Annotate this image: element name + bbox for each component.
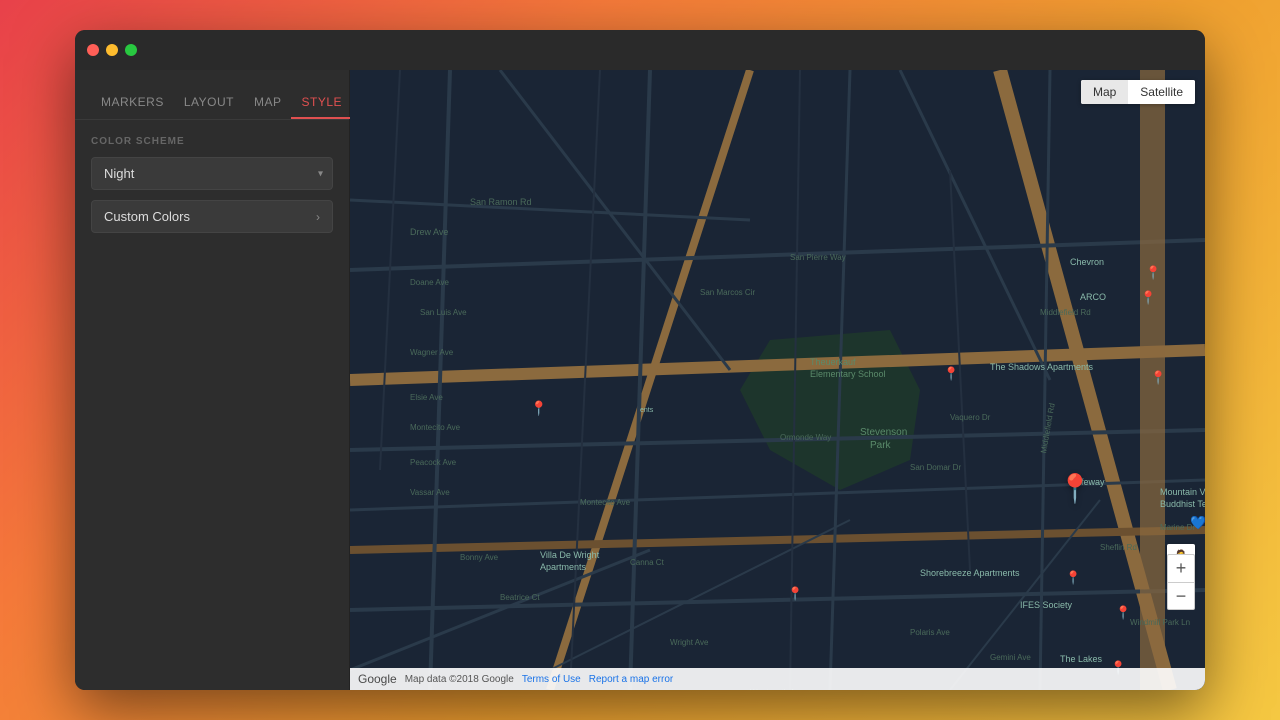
info-pin-shorebreeze: 📍 — [1065, 570, 1081, 586]
svg-text:Stevenson: Stevenson — [860, 427, 907, 438]
svg-text:Wright Ave: Wright Ave — [670, 638, 709, 647]
sidebar: MARKERS LAYOUT MAP STYLE COLOR SCHEME Ni… — [75, 70, 350, 690]
svg-text:IFES Society: IFES Society — [1020, 600, 1073, 610]
svg-text:Sheflin Rd: Sheflin Rd — [1100, 543, 1137, 552]
info-pin-shadows: 📍 — [1150, 370, 1166, 386]
info-pin-arco: 📍 — [1140, 290, 1156, 306]
info-pin-1: 📍 — [530, 400, 547, 417]
svg-text:ents: ents — [640, 407, 654, 414]
svg-text:Wagner Ave: Wagner Ave — [410, 348, 454, 357]
svg-text:Gemini Ave: Gemini Ave — [990, 653, 1031, 662]
info-pin-school: 📍 — [943, 366, 959, 382]
svg-text:Mountain View: Mountain View — [1160, 487, 1205, 497]
color-scheme-select[interactable]: Night Day Retro Custom — [91, 157, 333, 190]
custom-colors-row[interactable]: Custom Colors › — [91, 200, 333, 233]
traffic-lights — [87, 44, 137, 56]
svg-text:Doane Ave: Doane Ave — [410, 278, 450, 287]
tab-layout[interactable]: LAYOUT — [174, 95, 244, 119]
main-pin-marker: 📍 — [1058, 472, 1093, 505]
tab-bar: MARKERS LAYOUT MAP STYLE — [75, 70, 349, 120]
svg-text:Drew Ave: Drew Ave — [410, 227, 448, 237]
zoom-in-button[interactable]: + — [1167, 554, 1195, 582]
color-scheme-dropdown-wrapper: Night Day Retro Custom ▾ — [91, 157, 333, 190]
svg-text:Chevron: Chevron — [1070, 257, 1104, 267]
maximize-button[interactable] — [125, 44, 137, 56]
map-type-toggle: Map Satellite — [1081, 80, 1195, 104]
svg-text:Elementary School: Elementary School — [810, 369, 886, 379]
info-pin-ifes: 📍 — [1115, 605, 1131, 621]
svg-text:San Pierre Way: San Pierre Way — [790, 253, 846, 262]
minimize-button[interactable] — [106, 44, 118, 56]
map-container[interactable]: Drew Ave San Ramon Rd San Marcos Cir San… — [350, 70, 1205, 690]
svg-text:The Shadows Apartments: The Shadows Apartments — [990, 362, 1094, 372]
google-logo: Google — [358, 672, 397, 686]
color-scheme-label: COLOR SCHEME — [91, 136, 333, 147]
svg-text:Peacock Ave: Peacock Ave — [410, 458, 457, 467]
info-pin-chevron: 📍 — [1145, 265, 1161, 281]
svg-text:Theuerkauf: Theuerkauf — [810, 357, 856, 367]
info-pin-villa: 📍 — [787, 586, 803, 602]
svg-text:The Lakes: The Lakes — [1060, 654, 1103, 664]
report-link[interactable]: Report a map error — [589, 674, 673, 685]
svg-text:San Luis Ave: San Luis Ave — [420, 308, 467, 317]
titlebar — [75, 30, 1205, 70]
zoom-controls: + − — [1167, 554, 1195, 610]
sidebar-content: COLOR SCHEME Night Day Retro Custom ▾ Cu… — [75, 120, 349, 690]
custom-colors-label: Custom Colors — [104, 209, 190, 224]
close-button[interactable] — [87, 44, 99, 56]
svg-text:Elsie Ave: Elsie Ave — [410, 393, 443, 402]
svg-text:Apartments: Apartments — [540, 562, 587, 572]
svg-text:Beatrice Ct: Beatrice Ct — [500, 593, 540, 602]
svg-text:San Ramon Rd: San Ramon Rd — [470, 197, 532, 207]
tab-style[interactable]: STYLE — [291, 95, 352, 119]
svg-text:Middlefield Rd: Middlefield Rd — [1040, 308, 1091, 317]
svg-text:Vassar Ave: Vassar Ave — [410, 488, 450, 497]
map-data-text: Map data ©2018 Google — [405, 674, 514, 685]
tab-markers[interactable]: MARKERS — [91, 95, 174, 119]
svg-text:Park: Park — [870, 440, 892, 451]
svg-text:Shorebreeze Apartments: Shorebreeze Apartments — [920, 568, 1020, 578]
tab-map[interactable]: MAP — [244, 95, 292, 119]
terms-link[interactable]: Terms of Use — [522, 674, 581, 685]
map-footer: Google Map data ©2018 Google Terms of Us… — [350, 668, 1205, 690]
svg-text:Polaris Ave: Polaris Ave — [910, 628, 950, 637]
svg-text:Buddhist Temple: Buddhist Temple — [1160, 499, 1205, 509]
info-pin-temple: 💙 — [1190, 515, 1205, 531]
svg-text:ARCO: ARCO — [1080, 292, 1106, 302]
svg-text:Ormonde Way: Ormonde Way — [780, 433, 831, 442]
svg-text:Montecito Ave: Montecito Ave — [580, 498, 631, 507]
svg-text:Windmill Park Ln: Windmill Park Ln — [1130, 618, 1190, 627]
svg-text:Canna Ct: Canna Ct — [630, 558, 665, 567]
svg-text:Montecito Ave: Montecito Ave — [410, 423, 461, 432]
svg-text:San Marcos Cir: San Marcos Cir — [700, 288, 755, 297]
map-type-map-button[interactable]: Map — [1081, 80, 1128, 104]
svg-text:Vaquero Dr: Vaquero Dr — [950, 413, 991, 422]
map-svg: Drew Ave San Ramon Rd San Marcos Cir San… — [350, 70, 1205, 690]
zoom-out-button[interactable]: − — [1167, 582, 1195, 610]
chevron-right-icon: › — [316, 210, 320, 224]
map-type-satellite-button[interactable]: Satellite — [1128, 80, 1195, 104]
app-window: MARKERS LAYOUT MAP STYLE COLOR SCHEME Ni… — [75, 30, 1205, 690]
window-body: MARKERS LAYOUT MAP STYLE COLOR SCHEME Ni… — [75, 70, 1205, 690]
svg-text:Bonny Ave: Bonny Ave — [460, 553, 499, 562]
svg-text:San Domar Dr: San Domar Dr — [910, 463, 961, 472]
svg-text:Villa De Wright: Villa De Wright — [540, 550, 600, 560]
